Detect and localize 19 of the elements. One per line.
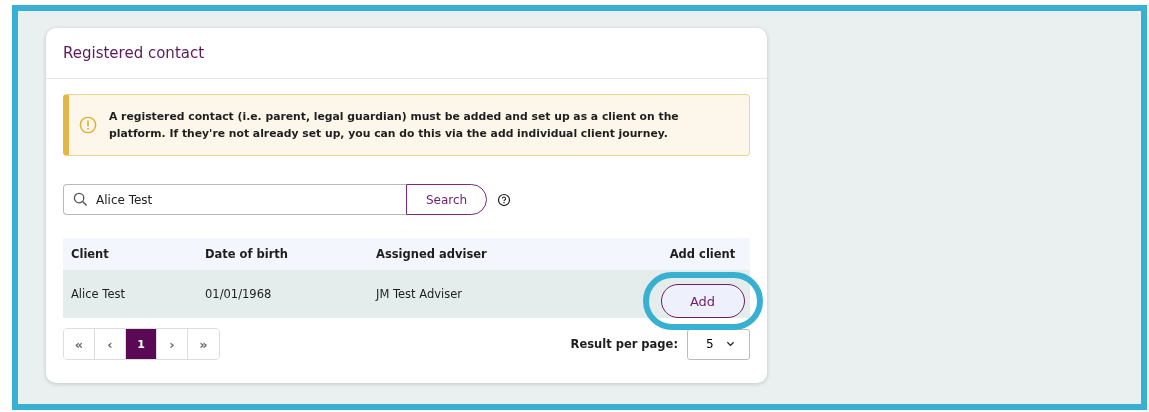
page-size-label: Result per page: [570,337,678,351]
table-cell-text: 01/01/1968 [205,287,273,301]
exclamation-icon [79,116,97,134]
card-title: Registered contact [63,44,205,62]
page-button[interactable]: 1 [126,329,157,359]
search-field[interactable]: Alice Test [63,184,406,215]
alert-message: A registered contact (i.e. parent, legal guardian) must be added and set up as a client on the platform. If they're not already set up, you can do this via the add individual client journey. [109,109,680,142]
search-button[interactable]: Search [406,184,487,215]
column-header: Date of birth [205,247,290,261]
table-cell-text: Alice Test [70,287,126,301]
table-cell-text: JM Test Adviser [376,287,464,301]
chevron-down-icon [726,341,735,347]
column-header: Client [70,247,110,261]
column-header: Add client [668,247,737,261]
first-page-button[interactable]: « [64,329,95,359]
help-icon[interactable] [497,192,511,207]
add-button[interactable]: Add [660,284,745,318]
column-header: Assigned adviser [376,247,488,261]
page-size-select[interactable]: 5 [687,328,750,360]
